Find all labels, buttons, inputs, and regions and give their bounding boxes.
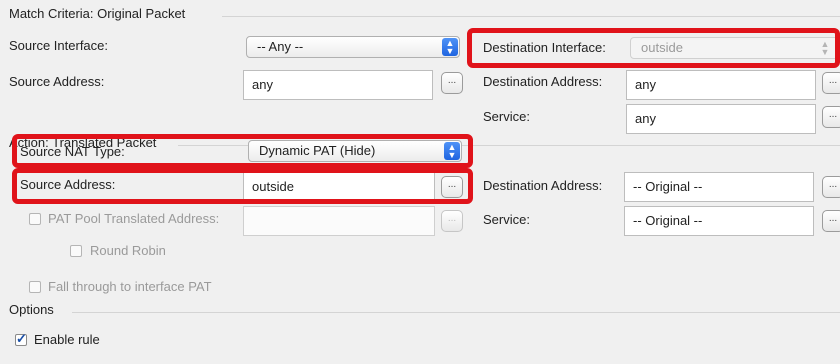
- options-title: Options: [9, 302, 54, 317]
- source-interface-label: Source Interface:: [9, 38, 108, 53]
- source-address-highlight: [12, 168, 473, 204]
- round-robin-label: Round Robin: [90, 243, 166, 258]
- translated-service-label: Service:: [483, 212, 530, 227]
- translated-dest-address-browse-button[interactable]: ...: [822, 176, 840, 198]
- source-interface-select[interactable]: -- Any -- ▲ ▼: [246, 36, 460, 58]
- translated-dest-address-label: Destination Address:: [483, 178, 603, 193]
- select-stepper-icon: ▲ ▼: [442, 38, 458, 56]
- translated-dest-address-field[interactable]: -- Original --: [624, 172, 814, 202]
- match-criteria-divider: [222, 16, 840, 17]
- source-address-browse-button[interactable]: ...: [441, 72, 463, 94]
- dest-address-label: Destination Address:: [483, 74, 603, 89]
- dest-interface-highlight: [467, 28, 840, 68]
- service-field[interactable]: any: [626, 104, 816, 134]
- fall-through-label: Fall through to interface PAT: [48, 279, 212, 294]
- translated-service-field[interactable]: -- Original --: [624, 206, 814, 236]
- match-criteria-title: Match Criteria: Original Packet: [9, 6, 186, 21]
- dest-address-field[interactable]: any: [626, 70, 816, 100]
- service-browse-button[interactable]: ...: [822, 106, 840, 128]
- source-address-label: Source Address:: [9, 74, 105, 89]
- enable-rule-checkbox[interactable]: [15, 331, 27, 347]
- pat-pool-field[interactable]: [243, 206, 435, 236]
- options-divider: [72, 312, 840, 313]
- dest-address-browse-button[interactable]: ...: [822, 72, 840, 94]
- pat-pool-browse-button[interactable]: ...: [441, 210, 463, 232]
- source-interface-value: -- Any --: [257, 39, 304, 54]
- pat-pool-checkbox[interactable]: [29, 213, 41, 225]
- source-address-field[interactable]: any: [243, 70, 433, 100]
- pat-pool-label: PAT Pool Translated Address:: [48, 211, 220, 226]
- source-nat-type-highlight: [12, 134, 473, 168]
- enable-rule-label: Enable rule: [34, 332, 100, 347]
- service-label: Service:: [483, 109, 530, 124]
- fall-through-checkbox[interactable]: [29, 281, 41, 293]
- translated-service-browse-button[interactable]: ...: [822, 210, 840, 232]
- round-robin-checkbox[interactable]: [70, 245, 82, 257]
